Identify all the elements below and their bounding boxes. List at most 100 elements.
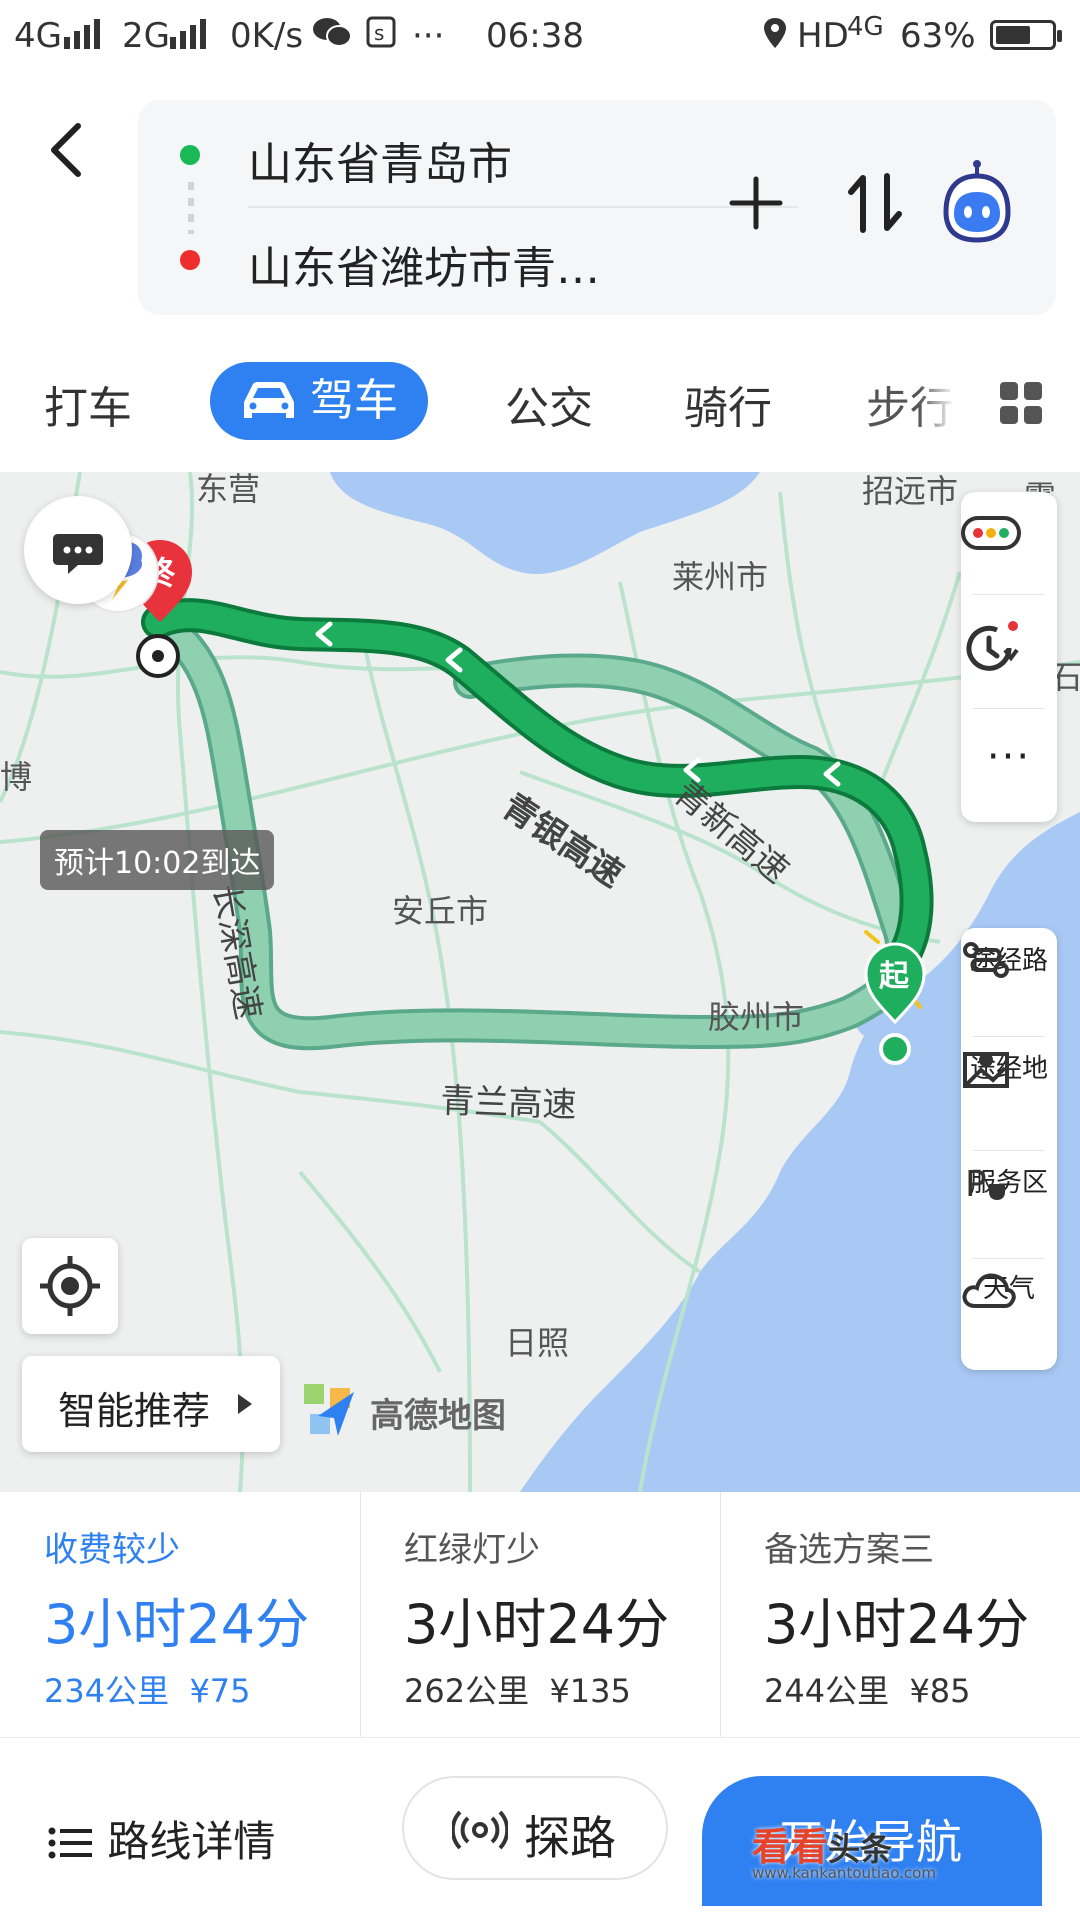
battery-percent: 63% — [900, 16, 976, 56]
map-view[interactable]: 青银高速 青新高速 长深高速 青兰高速 终 起 东营 招远市 莱州市 博 安丘市… — [0, 472, 1080, 1492]
plan-cost: ¥135 — [549, 1672, 631, 1710]
tab-drive-label: 驾车 — [310, 375, 398, 426]
via-place-button[interactable]: 途经地 — [961, 1048, 1057, 1088]
route-detail-label: 路线详情 — [107, 1817, 276, 1866]
city-label-zhaoyuan: 招远市 — [862, 472, 959, 510]
smart-recommend-label: 智能推荐 — [58, 1389, 211, 1433]
road-label-qinglan: 青兰高速 — [440, 1081, 577, 1126]
list-icon — [48, 1827, 92, 1859]
chevron-left-icon — [51, 123, 81, 177]
map-pin-icon — [963, 1052, 1009, 1088]
watermark-brand-suffix: 头条 — [828, 1830, 893, 1868]
map-tools-panel: ··· — [961, 492, 1057, 822]
plan-distance: 262公里 — [404, 1672, 530, 1710]
back-button[interactable] — [40, 110, 100, 190]
plan-info: 244公里 ¥85 — [764, 1666, 971, 1712]
svg-text:s: s — [374, 21, 384, 45]
city-label-anqiu: 安丘市 — [392, 892, 489, 930]
hd-indicator: HD — [797, 16, 849, 56]
tab-taxi[interactable]: 打车 — [44, 372, 132, 436]
clock: 06:38 — [486, 16, 584, 56]
amap-logo-icon — [304, 1384, 354, 1436]
car-icon — [244, 382, 294, 418]
traffic-light-icon — [961, 516, 1021, 550]
route-plans: 收费较少 3小时24分 234公里 ¥75 红绿灯少 3小时24分 262公里 … — [0, 1492, 1080, 1737]
route-tools-panel: 途经路 途经地 P 服务区 天气 — [961, 928, 1057, 1370]
network-type-2: 2G — [122, 16, 170, 56]
plus-icon — [729, 176, 783, 230]
swap-icon — [848, 173, 902, 233]
tab-drive[interactable]: 驾车 — [210, 362, 428, 440]
origin-dot-icon — [180, 145, 200, 165]
locate-button[interactable] — [22, 1238, 118, 1334]
plan-duration: 3小时24分 — [44, 1593, 310, 1656]
parking-coffee-icon: P — [965, 1164, 1005, 1204]
divider — [248, 206, 798, 208]
plan-info: 234公里 ¥75 — [44, 1666, 251, 1712]
watermark-brand: 看看 — [752, 1825, 829, 1869]
destination-field[interactable]: 山东省潍坊市青… — [248, 232, 600, 296]
watermark-url: www.kankantoutiao.com — [752, 1864, 936, 1882]
plan-card-2[interactable]: 红绿灯少 3小时24分 262公里 ¥135 — [360, 1492, 720, 1737]
route-connector — [188, 182, 194, 234]
city-label-rizhao: 日照 — [505, 1324, 570, 1362]
assistant-avatar-icon — [943, 160, 1011, 243]
divider — [973, 1036, 1045, 1037]
plan-title: 收费较少 — [44, 1530, 180, 1570]
crosshair-icon — [40, 1256, 100, 1316]
chat-button[interactable] — [24, 496, 132, 604]
plan-duration: 3小时24分 — [404, 1593, 670, 1656]
voice-assistant-button[interactable] — [940, 160, 1014, 244]
add-waypoint-button[interactable] — [728, 175, 784, 231]
explore-road-label: 探路 — [524, 1811, 616, 1865]
svg-text:P: P — [965, 1164, 987, 1204]
more-dots-icon: ··· — [986, 734, 1032, 780]
tab-walk[interactable]: 步行 — [866, 372, 954, 436]
more-status-icon: ··· — [412, 16, 445, 56]
network-type-3: 4G — [847, 12, 884, 42]
service-area-button[interactable]: P 服务区 — [961, 1162, 1057, 1204]
city-label-bo: 博 — [0, 758, 33, 796]
tab-bike[interactable]: 骑行 — [684, 372, 772, 436]
route-input-box: 山东省青岛市 山东省潍坊市青… — [138, 100, 1056, 315]
signal-icon-2 — [170, 16, 210, 56]
location-icon — [762, 16, 788, 59]
bottom-action-bar: 路线详情 探路 开始导航 看看头条 www.kankantoutiao.com — [0, 1737, 1080, 1921]
network-speed: 0K/s — [230, 16, 304, 56]
signal-icon — [64, 16, 104, 56]
origin-field[interactable]: 山东省青岛市 — [248, 128, 512, 192]
city-label-laizhou: 莱州市 — [672, 558, 769, 596]
swap-route-button[interactable] — [845, 172, 905, 234]
amap-logo: 高德地图 — [300, 1380, 540, 1440]
city-label-jiaozhou: 胶州市 — [708, 998, 805, 1036]
divider — [973, 594, 1045, 595]
broadcast-icon — [452, 1810, 508, 1850]
plan-distance: 244公里 — [764, 1672, 890, 1710]
watermark: 看看头条 www.kankantoutiao.com — [752, 1816, 936, 1882]
transport-tabs: 打车 驾车 公交 骑行 步行 — [0, 360, 1080, 450]
play-triangle-icon — [238, 1394, 252, 1414]
plan-duration: 3小时24分 — [764, 1593, 1030, 1656]
destination-dot-icon — [180, 250, 200, 270]
tab-bus[interactable]: 公交 — [505, 372, 593, 436]
plan-card-1[interactable]: 收费较少 3小时24分 234公里 ¥75 — [0, 1492, 360, 1737]
plan-cost: ¥75 — [189, 1672, 251, 1710]
network-type-1: 4G — [14, 16, 62, 56]
weather-button[interactable]: 天气 — [961, 1268, 1057, 1308]
via-road-button[interactable]: 途经路 — [961, 940, 1057, 978]
plan-card-3[interactable]: 备选方案三 3小时24分 244公里 ¥85 — [720, 1492, 1080, 1737]
start-marker-label: 起 — [879, 959, 910, 994]
route-path-icon — [963, 942, 1009, 978]
more-options-button[interactable]: ··· — [961, 734, 1057, 780]
explore-road-button[interactable]: 探路 — [402, 1776, 668, 1880]
route-detail-button[interactable]: 路线详情 — [48, 1808, 275, 1869]
status-bar: 4G 2G 0K/s s ··· 06:38 HD 4G 63% — [0, 0, 1080, 80]
wechat-icon — [312, 16, 352, 57]
cloud-icon — [962, 1273, 1016, 1308]
clock-arrow-icon — [966, 621, 1019, 671]
more-modes-button[interactable] — [1000, 382, 1042, 424]
plan-info: 262公里 ¥135 — [404, 1666, 631, 1712]
eta-label: 预计10:02到达 — [40, 830, 275, 890]
smart-recommend-button[interactable]: 智能推荐 — [22, 1356, 280, 1452]
plan-title: 备选方案三 — [764, 1530, 934, 1570]
